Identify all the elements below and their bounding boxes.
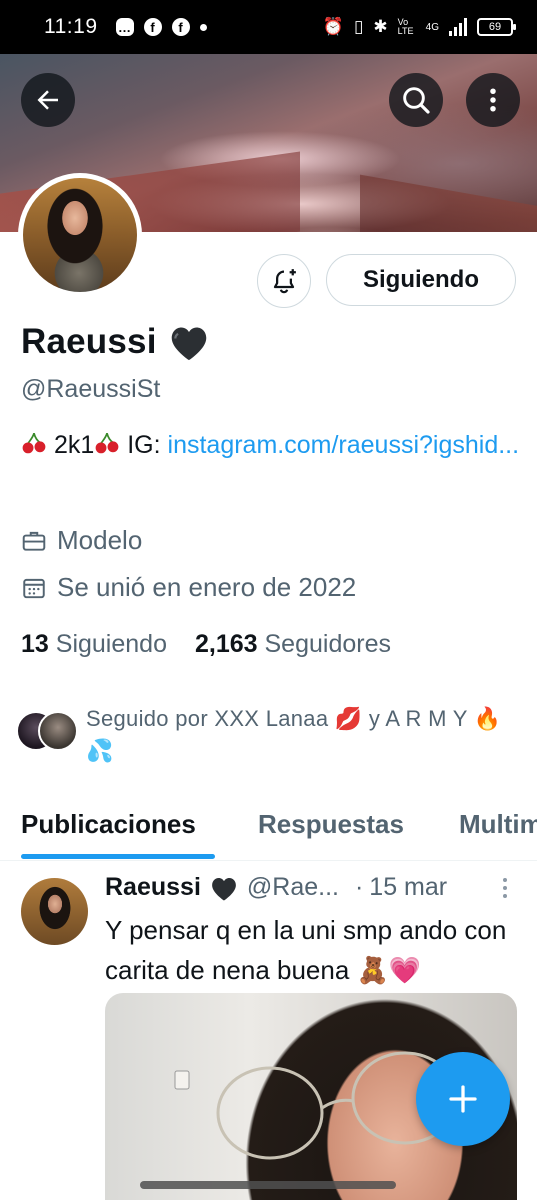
followers-stat[interactable]: 2,163 Seguidores xyxy=(195,630,391,659)
bluetooth-icon: ✱ xyxy=(373,17,388,36)
back-arrow-icon xyxy=(37,90,58,110)
followers-label: Seguidores xyxy=(264,630,391,658)
status-bar: 11:19 … f f ⏰ ▯ ✱ Vo LTE 4G 69 xyxy=(0,0,537,54)
plus-icon xyxy=(449,1085,477,1113)
tab-multimedia[interactable]: Multim xyxy=(459,809,537,840)
facebook-icon: f xyxy=(143,18,162,36)
calendar-icon xyxy=(23,578,45,598)
following-count: 13 xyxy=(21,630,49,658)
profile-bio: 2k1 IG: instagram.com/raeussi?igshid... xyxy=(21,428,521,462)
post-text: Y pensar q en la uni smp ando con carita… xyxy=(105,915,507,985)
display-name: Raeussi xyxy=(21,322,157,361)
profile-tabs: Publicaciones Respuestas Multim xyxy=(0,795,537,861)
home-indicator[interactable] xyxy=(140,1181,396,1189)
profile-name-row: Raeussi xyxy=(21,322,211,362)
vibrate-icon: ▯ xyxy=(354,17,364,36)
post-more-button[interactable] xyxy=(503,877,517,898)
followers-count: 2,163 xyxy=(194,630,258,658)
volte-label: Vo LTE xyxy=(397,17,414,36)
notification-icons: … f f xyxy=(115,18,207,36)
briefcase-icon xyxy=(22,531,46,551)
followed-by-avatars xyxy=(16,711,80,755)
post-avatar[interactable] xyxy=(21,878,88,945)
profile-avatar[interactable] xyxy=(18,173,142,297)
post-author-name[interactable]: Raeussi xyxy=(105,873,201,902)
following-button[interactable]: Siguiendo xyxy=(326,254,516,306)
search-button[interactable] xyxy=(389,73,443,127)
following-label: Siguiendo xyxy=(55,630,167,658)
post-author-handle: @Rae... xyxy=(246,873,339,901)
tab-publicaciones[interactable]: Publicaciones xyxy=(21,809,196,840)
bio-instagram-link[interactable]: instagram.com/raeussi?igshid... xyxy=(168,431,520,459)
system-icons: ⏰ ▯ ✱ Vo LTE 4G 69 xyxy=(322,17,516,37)
black-heart-icon xyxy=(212,877,236,900)
cherry-icon-2 xyxy=(95,432,119,454)
follower-avatar-2 xyxy=(38,711,78,751)
more-notifications-dot xyxy=(199,23,207,31)
search-icon xyxy=(403,87,430,114)
cherry-icon xyxy=(22,432,46,454)
followed-by[interactable]: Seguido por XXX Lanaa 💋 y A R M Y 🔥💦 xyxy=(16,703,516,767)
notifications-button[interactable] xyxy=(257,254,311,308)
compose-button[interactable] xyxy=(416,1052,510,1146)
profile-handle: @RaeussiSt xyxy=(21,375,161,403)
back-button[interactable] xyxy=(21,73,75,127)
followed-by-text: Seguido por XXX Lanaa 💋 y A R M Y 🔥💦 xyxy=(86,706,502,763)
post-date: 15 mar xyxy=(369,873,448,901)
alarm-icon: ⏰ xyxy=(322,17,345,36)
joined-row: Se unió en enero de 2022 xyxy=(21,572,356,603)
black-heart-icon xyxy=(171,327,206,361)
banner-mountain-2 xyxy=(360,174,537,232)
post-separator: · xyxy=(354,873,364,901)
occupation-row: Modelo xyxy=(21,525,142,556)
battery-icon: 69 xyxy=(477,18,516,36)
occupation-text: Modelo xyxy=(57,525,143,555)
follow-stats: 13 Siguiendo 2,163 Seguidores xyxy=(21,630,391,659)
facebook-icon-2: f xyxy=(171,18,190,36)
following-stat[interactable]: 13 Siguiendo xyxy=(21,630,167,659)
signal-icon xyxy=(449,18,467,36)
bio-text: 2k1 xyxy=(53,431,95,459)
tab-respuestas[interactable]: Respuestas xyxy=(258,809,404,840)
bell-plus-icon xyxy=(273,269,296,294)
status-time: 11:19 xyxy=(44,15,98,38)
more-options-button[interactable] xyxy=(466,73,520,127)
post-header: Raeussi @Rae... · 15 mar xyxy=(105,873,517,902)
chat-notification-icon: … xyxy=(115,18,134,36)
network-label: 4G xyxy=(425,21,439,33)
more-vertical-icon xyxy=(490,88,496,112)
bio-ig-prefix: IG: xyxy=(127,431,161,459)
profile-avatar-image xyxy=(23,178,137,292)
joined-text: Se unió en enero de 2022 xyxy=(57,572,357,602)
battery-level: 69 xyxy=(488,21,502,33)
active-tab-indicator xyxy=(21,854,215,859)
